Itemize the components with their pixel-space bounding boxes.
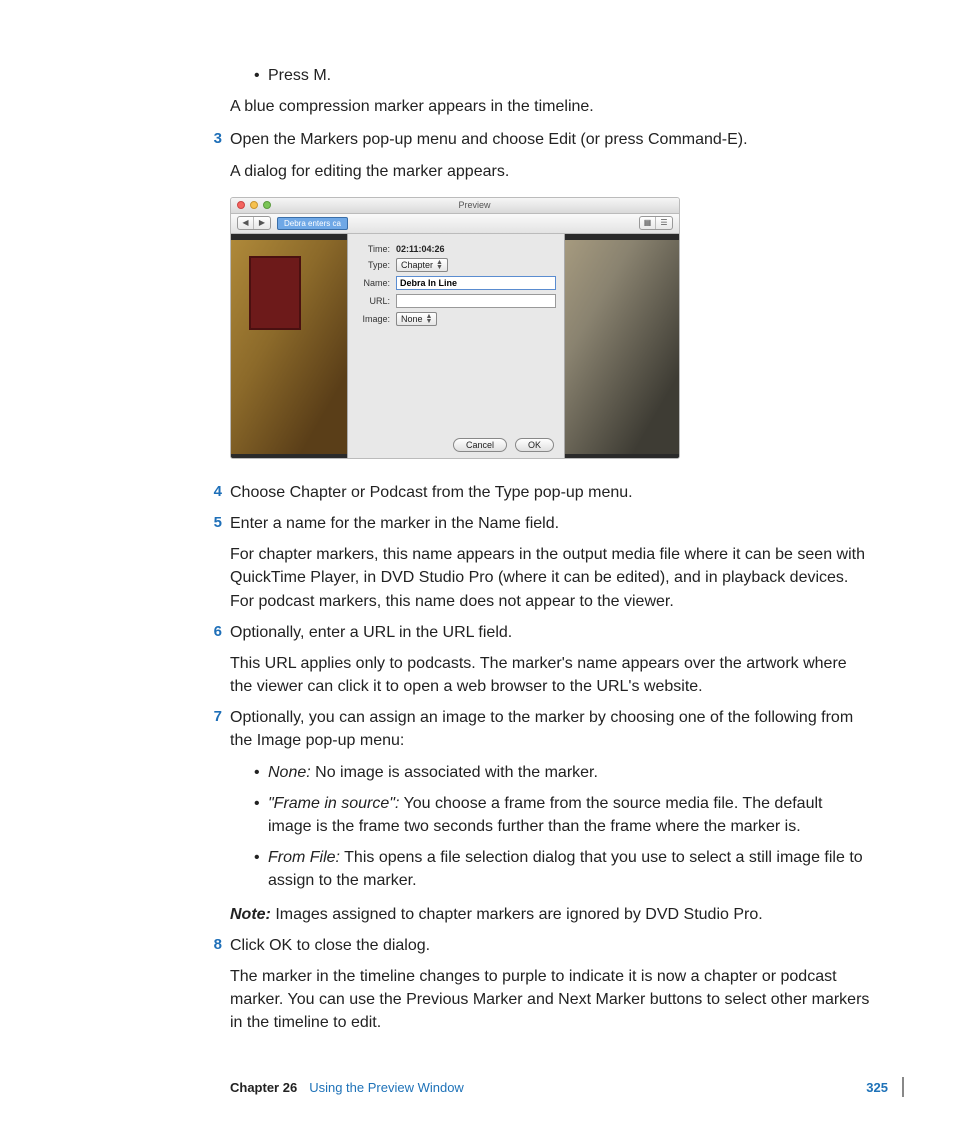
window-title: Preview: [276, 200, 673, 210]
step-number: 3: [206, 128, 230, 182]
option-text: No image is associated with the marker.: [311, 764, 598, 781]
bullet-dot-icon: •: [254, 846, 268, 892]
step-5-sub: For chapter markers, this name appears i…: [230, 543, 870, 613]
url-label: URL:: [356, 296, 390, 306]
preview-stage: Time: 02:11:04:26 Type: Chapter ▲▼ Name:…: [231, 234, 679, 459]
image-option-frame-in-source: • "Frame in source": You choose a frame …: [254, 792, 870, 838]
step-3-lead: Open the Markers pop-up menu and choose …: [230, 128, 870, 151]
name-label: Name:: [356, 278, 390, 288]
step-5-lead: Enter a name for the marker in the Name …: [230, 512, 870, 535]
step-number: 5: [206, 512, 230, 613]
bullet-dot-icon: •: [254, 761, 268, 784]
step-8-sub: The marker in the timeline changes to pu…: [230, 965, 870, 1035]
video-frame-right: [563, 234, 679, 459]
view-segmented-control[interactable]: ▦☰: [639, 216, 673, 230]
step-6-sub: This URL applies only to podcasts. The m…: [230, 652, 870, 698]
step-6: 6 Optionally, enter a URL in the URL fie…: [230, 621, 870, 699]
name-input[interactable]: Debra In Line: [396, 276, 556, 290]
preview-dialog-screenshot: Preview ◀▶ Debra enters ca ▦☰ Time: 02:1…: [230, 197, 680, 459]
video-frame-left: [231, 234, 347, 459]
minimize-traffic-light-icon: [250, 201, 258, 209]
bullet-dot-icon: •: [254, 792, 268, 838]
stepper-arrows-icon: ▲▼: [426, 314, 433, 324]
step-number: 7: [206, 706, 230, 926]
step-8: 8 Click OK to close the dialog. The mark…: [230, 934, 870, 1035]
step-number: 4: [206, 481, 230, 504]
option-term: "Frame in source":: [268, 795, 399, 812]
intro-after: A blue compression marker appears in the…: [230, 95, 870, 118]
step-number: 8: [206, 934, 230, 1035]
marker-edit-dialog: Time: 02:11:04:26 Type: Chapter ▲▼ Name:…: [347, 234, 565, 459]
step-6-lead: Optionally, enter a URL in the URL field…: [230, 621, 870, 644]
note-label: Note:: [230, 906, 271, 923]
step-4: 4 Choose Chapter or Podcast from the Typ…: [230, 481, 870, 504]
step-7-lead: Optionally, you can assign an image to t…: [230, 706, 870, 752]
content-column: • Press M. A blue compression marker app…: [230, 64, 870, 1035]
footer-chapter: Chapter 26: [230, 1080, 297, 1095]
stepper-arrows-icon: ▲▼: [436, 260, 443, 270]
cancel-button[interactable]: Cancel: [453, 438, 507, 452]
footer-page-number: 325: [866, 1080, 888, 1095]
type-select[interactable]: Chapter ▲▼: [396, 258, 448, 272]
image-select[interactable]: None ▲▼: [396, 312, 437, 326]
page-footer: Chapter 26 Using the Preview Window 325: [230, 1077, 904, 1097]
zoom-traffic-light-icon: [263, 201, 271, 209]
step-3-sub: A dialog for editing the marker appears.: [230, 160, 870, 183]
ok-button[interactable]: OK: [515, 438, 554, 452]
intro-bullet-text: Press M.: [268, 64, 870, 87]
time-value: 02:11:04:26: [396, 244, 445, 254]
step-7-note: Note: Images assigned to chapter markers…: [230, 903, 870, 926]
time-label: Time:: [356, 244, 390, 254]
window-titlebar: Preview: [231, 198, 679, 214]
url-input[interactable]: [396, 294, 556, 308]
image-label: Image:: [356, 314, 390, 324]
preview-toolbar: ◀▶ Debra enters ca ▦☰: [231, 214, 679, 234]
type-select-value: Chapter: [401, 260, 433, 270]
image-select-value: None: [401, 314, 423, 324]
step-3: 3 Open the Markers pop-up menu and choos…: [230, 128, 870, 182]
marker-pin[interactable]: Debra enters ca: [277, 217, 348, 230]
footer-title: Using the Preview Window: [309, 1080, 866, 1095]
close-traffic-light-icon: [237, 201, 245, 209]
step-8-lead: Click OK to close the dialog.: [230, 934, 870, 957]
intro-bullet: • Press M.: [254, 64, 870, 87]
note-text: Images assigned to chapter markers are i…: [271, 906, 763, 923]
option-text: This opens a file selection dialog that …: [268, 849, 863, 889]
step-5: 5 Enter a name for the marker in the Nam…: [230, 512, 870, 613]
option-term: From File:: [268, 849, 340, 866]
option-term: None:: [268, 764, 311, 781]
nav-segmented-control[interactable]: ◀▶: [237, 216, 271, 230]
type-label: Type:: [356, 260, 390, 270]
step-number: 6: [206, 621, 230, 699]
bullet-dot-icon: •: [254, 64, 268, 87]
image-option-none: • None: No image is associated with the …: [254, 761, 870, 784]
image-option-from-file: • From File: This opens a file selection…: [254, 846, 870, 892]
page: • Press M. A blue compression marker app…: [0, 0, 954, 1145]
step-4-lead: Choose Chapter or Podcast from the Type …: [230, 481, 870, 504]
step-7: 7 Optionally, you can assign an image to…: [230, 706, 870, 926]
